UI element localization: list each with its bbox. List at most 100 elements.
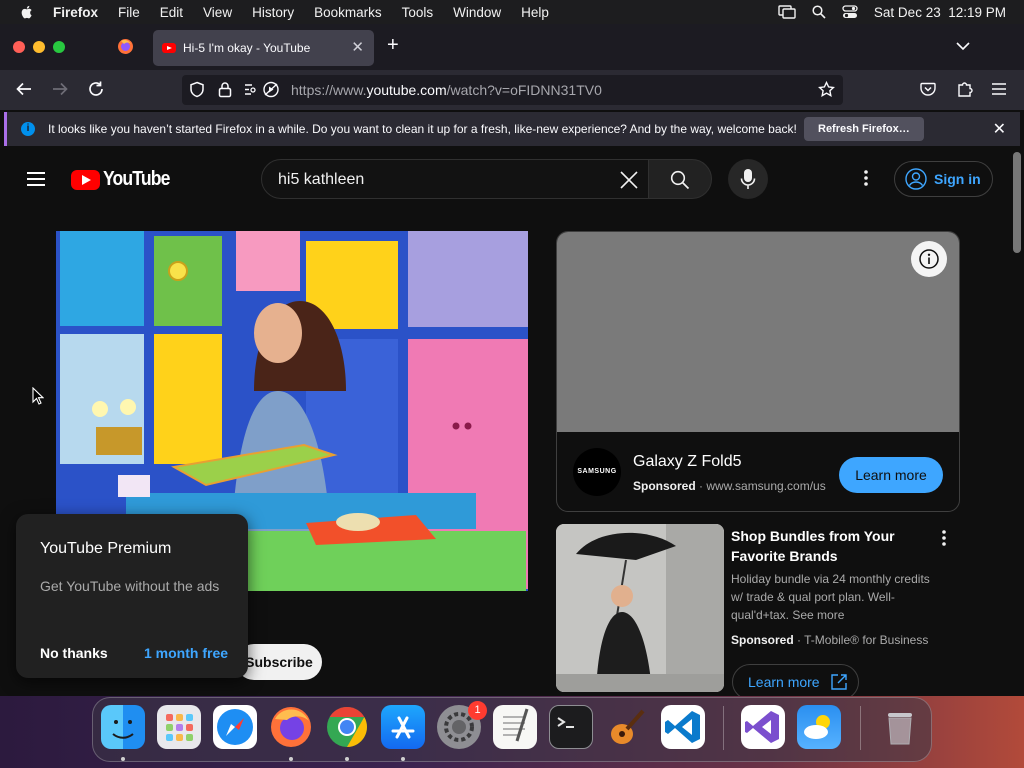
page-scrollbar-thumb[interactable] [1013, 152, 1021, 253]
window-close-button[interactable] [13, 41, 25, 53]
menu-bookmarks[interactable]: Bookmarks [314, 5, 382, 20]
ad2-meta: Sponsored · T-Mobile® for Business [731, 633, 929, 647]
settings-kebab-icon[interactable] [864, 170, 868, 186]
tracking-protection-shield-icon[interactable] [189, 81, 205, 98]
menu-view[interactable]: View [203, 5, 232, 20]
textedit-icon[interactable] [493, 705, 537, 749]
window-minimize-button[interactable] [33, 41, 45, 53]
youtube-play-logo-icon [71, 169, 100, 190]
visual-studio-icon[interactable] [741, 705, 785, 749]
search-box[interactable]: hi5 kathleen [261, 159, 649, 199]
firefox-icon[interactable] [269, 705, 313, 749]
learn-more-button[interactable]: Learn more [839, 457, 943, 493]
microphone-icon [740, 169, 756, 189]
window-zoom-button[interactable] [53, 41, 65, 53]
permissions-autoplay-blocked-icon[interactable] [243, 81, 281, 98]
sponsored-video-ad[interactable]: Shop Bundles from Your Favorite Brands H… [556, 524, 960, 696]
control-center-icon[interactable] [842, 5, 858, 19]
ad2-learn-more-label: Learn more [748, 674, 820, 690]
firefox-logo-icon [271, 707, 311, 747]
tab-list-chevron-icon[interactable] [955, 38, 971, 54]
external-link-icon [830, 674, 847, 690]
app-store-icon[interactable] [381, 705, 425, 749]
url-text[interactable]: https://www.youtube.com/watch?v=oFIDNN31… [291, 82, 602, 98]
ad2-more-actions-icon[interactable] [942, 530, 946, 546]
screen-mirroring-icon[interactable] [778, 5, 796, 19]
pocket-icon[interactable] [920, 81, 936, 97]
dock-separator [723, 706, 724, 750]
one-month-free-button[interactable]: 1 month free [144, 645, 228, 661]
vscode-logo-icon [665, 711, 700, 743]
menu-edit[interactable]: Edit [160, 5, 183, 20]
running-indicator-finder [121, 757, 125, 761]
premium-popup-body: Get YouTube without the ads [40, 578, 220, 594]
menu-history[interactable]: History [252, 5, 294, 20]
weather-icon[interactable] [797, 705, 841, 749]
youtube-logo[interactable]: YouTube [71, 168, 179, 191]
info-circle-icon [919, 249, 939, 269]
textedit-page-icon [503, 708, 529, 742]
launchpad-icon[interactable] [157, 705, 201, 749]
ad-thumbnail[interactable] [556, 524, 724, 692]
ad2-title[interactable]: Shop Bundles from Your Favorite Brands [731, 526, 936, 566]
app-menu-hamburger-icon[interactable] [992, 83, 1006, 95]
ad2-learn-more-button[interactable]: Learn more [732, 664, 859, 696]
padlock-icon[interactable] [218, 81, 232, 98]
bookmark-star-icon[interactable] [818, 81, 835, 98]
running-indicator-chrome [345, 757, 349, 761]
refresh-firefox-notification: i It looks like you haven’t started Fire… [4, 112, 1020, 146]
terminal-icon[interactable] [549, 705, 593, 749]
search-button[interactable] [648, 159, 712, 199]
app-store-a-icon [391, 716, 415, 739]
forward-arrow-icon[interactable] [51, 80, 69, 98]
reload-icon[interactable] [87, 80, 105, 98]
notification-close-icon[interactable]: ✕ [993, 119, 1006, 139]
subscribe-button[interactable]: Subscribe [236, 644, 322, 680]
menu-help[interactable]: Help [521, 5, 549, 20]
cloud-sun-icon [804, 715, 830, 739]
no-thanks-button[interactable]: No thanks [40, 645, 108, 661]
menu-app-name[interactable]: Firefox [53, 5, 98, 20]
vscode-icon[interactable] [661, 705, 705, 749]
search-input[interactable]: hi5 kathleen [278, 171, 364, 189]
youtube-page: YouTube hi5 kathleen Sign in SAMSUNG Gal… [0, 150, 1024, 696]
ad-thumbnail-image [556, 524, 724, 692]
ad-media-placeholder[interactable] [557, 232, 959, 432]
ad-title[interactable]: Galaxy Z Fold5 [633, 453, 741, 471]
guide-menu-icon[interactable] [27, 172, 45, 186]
premium-popup-title: YouTube Premium [40, 540, 172, 557]
running-indicator-firefox [289, 757, 293, 761]
back-arrow-icon[interactable] [15, 80, 33, 98]
ad-info-button[interactable] [911, 241, 947, 277]
refresh-firefox-button[interactable]: Refresh Firefox… [804, 117, 924, 141]
firefox-view-icon[interactable] [117, 38, 134, 55]
sponsored-ad-card[interactable]: SAMSUNG Galaxy Z Fold5 Sponsored · www.s… [556, 231, 960, 512]
guitar-icon [611, 709, 645, 744]
sign-in-button[interactable]: Sign in [894, 161, 993, 197]
menubar-clock[interactable]: Sat Dec 23 12:19 PM [874, 5, 1006, 20]
new-tab-icon[interactable]: + [387, 34, 399, 57]
system-settings-badge: 1 [468, 701, 487, 720]
garageband-icon[interactable] [605, 705, 649, 749]
spotlight-search-icon[interactable] [812, 5, 826, 19]
safari-icon[interactable] [213, 705, 257, 749]
clear-search-icon[interactable] [616, 167, 642, 193]
samsung-logo[interactable]: SAMSUNG [573, 448, 621, 496]
browser-tab-active[interactable]: Hi-5 I'm okay - YouTube ✕ [153, 30, 374, 66]
running-indicator-app-store [401, 757, 405, 761]
mouse-cursor-icon [32, 387, 44, 405]
search-icon [670, 170, 690, 190]
extensions-puzzle-icon[interactable] [956, 80, 973, 98]
menu-tools[interactable]: Tools [402, 5, 434, 20]
tab-title: Hi-5 I'm okay - YouTube [183, 41, 311, 55]
menu-file[interactable]: File [118, 5, 140, 20]
apple-menu-icon[interactable] [19, 4, 35, 20]
youtube-premium-popup: YouTube Premium Get YouTube without the … [16, 514, 248, 678]
trash-icon[interactable] [878, 705, 922, 749]
tab-close-icon[interactable]: ✕ [351, 38, 364, 56]
voice-search-button[interactable] [728, 159, 768, 199]
finder-icon[interactable] [101, 705, 145, 749]
menu-window[interactable]: Window [453, 5, 501, 20]
ad2-description: Holiday bundle via 24 monthly credits w/… [731, 572, 930, 622]
chrome-icon[interactable] [325, 705, 369, 749]
